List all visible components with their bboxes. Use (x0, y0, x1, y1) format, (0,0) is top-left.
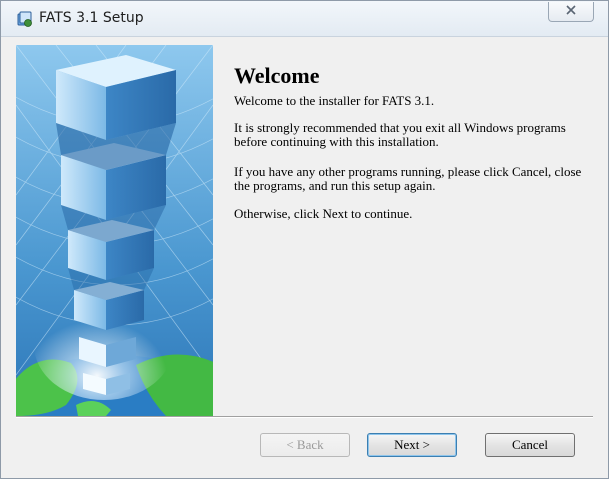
setup-window: FATS 3.1 Setup Welcome Welcome to the in… (0, 0, 609, 479)
button-divider (16, 416, 593, 418)
continue-instructions-text: Otherwise, click Next to continue. (234, 206, 413, 221)
next-button[interactable]: Next > (367, 433, 457, 457)
title-bar[interactable]: FATS 3.1 Setup (1, 1, 608, 37)
close-button[interactable] (548, 2, 594, 22)
cancel-button[interactable]: Cancel (485, 433, 575, 457)
close-icon (565, 3, 577, 21)
welcome-heading: Welcome (234, 63, 320, 88)
welcome-panel: Welcome Welcome to the installer for FAT… (213, 45, 592, 416)
cancel-instructions-text: If you have any other programs running, … (234, 164, 582, 193)
installer-banner-image (16, 45, 213, 416)
intro-text: Welcome to the installer for FATS 3.1. (234, 93, 435, 108)
installer-icon (17, 11, 33, 27)
back-button[interactable]: < Back (260, 433, 350, 457)
exit-programs-text: It is strongly recommended that you exit… (234, 120, 566, 149)
window-title: FATS 3.1 Setup (39, 10, 144, 26)
